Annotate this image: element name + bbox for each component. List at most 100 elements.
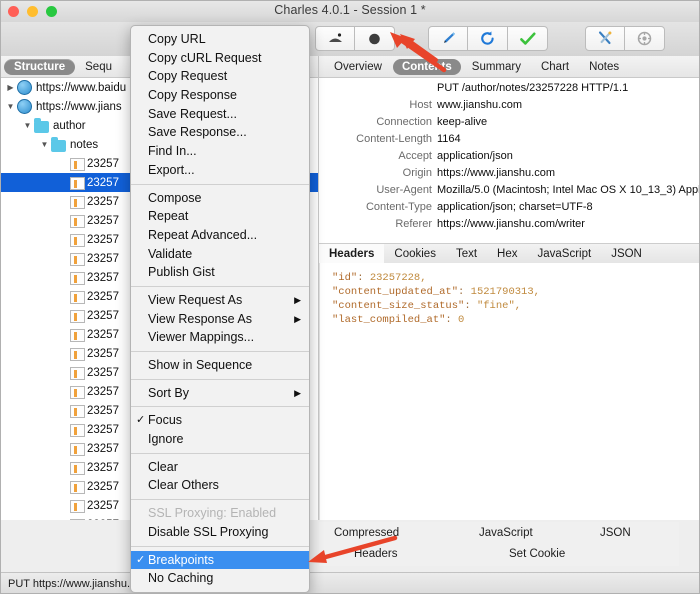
request-doc-icon	[70, 309, 85, 323]
menu-separator	[131, 285, 309, 287]
menu-item-compose[interactable]: Compose	[131, 189, 309, 208]
menu-item-label: Export...	[148, 162, 195, 177]
tab-overview[interactable]: Overview	[325, 59, 391, 75]
chevron-right-icon: ▶	[294, 387, 301, 398]
menu-item-save-request[interactable]: Save Request...	[131, 105, 309, 124]
bottom-tab-headers[interactable]: Headers	[354, 548, 397, 560]
menu-item-label: Focus	[148, 413, 183, 428]
menu-item-viewer-mappings[interactable]: Viewer Mappings...	[131, 328, 309, 347]
tree-row-label: 23257	[87, 290, 119, 303]
header-row: User-Agent Mozilla/5.0 (Macintosh; Intel …	[319, 182, 700, 199]
subtab-cookies[interactable]: Cookies	[384, 248, 446, 260]
toolbar-group-record	[315, 26, 395, 51]
tab-summary[interactable]: Summary	[463, 59, 530, 75]
status-bar-text: PUT https://www.jianshu.	[8, 577, 131, 590]
tree-row-label: 23257	[87, 423, 119, 436]
header-key: Referer	[395, 218, 432, 230]
chevron-down-icon[interactable]: ▼	[4, 102, 17, 111]
menu-item-disable-ssl-proxying[interactable]: Disable SSL Proxying	[131, 523, 309, 542]
tree-row-label: 23257	[87, 233, 119, 246]
chevron-right-icon: ▶	[294, 294, 301, 305]
tree-row-label: 23257	[87, 461, 119, 474]
subtab-text[interactable]: Text	[446, 248, 487, 260]
tab-structure[interactable]: Structure	[4, 58, 76, 75]
menu-item-find-in[interactable]: Find In...	[131, 142, 309, 161]
menu-item-no-caching[interactable]: No Caching	[131, 569, 309, 588]
request-doc-icon	[70, 252, 85, 266]
throttle-button[interactable]	[315, 26, 355, 51]
menu-item-label: Copy cURL Request	[148, 50, 262, 65]
menu-item-clear[interactable]: Clear	[131, 458, 309, 477]
menu-item-save-response[interactable]: Save Response...	[131, 123, 309, 142]
chevron-right-icon[interactable]: ▶	[4, 83, 17, 92]
menu-item-publish-gist[interactable]: Publish Gist	[131, 263, 309, 282]
tree-row-label: 23257	[87, 214, 119, 227]
tree-row-label: 23257	[87, 195, 119, 208]
header-key: Origin	[402, 167, 432, 179]
menu-separator	[131, 183, 309, 185]
menu-item-label: Clear	[148, 459, 178, 474]
json-body-view[interactable]: "id": 23257228, "content_updated_at": 152…	[319, 263, 700, 553]
json-key: "content_updated_at"	[332, 286, 459, 298]
settings-button[interactable]	[625, 26, 665, 51]
main-content-split: Structure Sequ ▶ https://www.baidu ▼ https:…	[0, 56, 700, 572]
header-key: Connection	[376, 116, 432, 128]
menu-item-label: Repeat	[148, 209, 189, 224]
menu-item-label: SSL Proxying: Enabled	[148, 506, 277, 521]
header-row: Referer https://www.jianshu.com/writer	[319, 216, 700, 233]
request-line: PUT /author/notes/23257228 HTTP/1.1	[437, 82, 629, 94]
chevron-down-icon[interactable]: ▼	[38, 140, 51, 149]
chevron-down-icon[interactable]: ▼	[21, 121, 34, 130]
header-value: application/json	[437, 150, 513, 162]
tree-row-label: author	[53, 119, 86, 132]
menu-item-export[interactable]: Export...	[131, 161, 309, 180]
subtab-headers[interactable]: Headers	[319, 244, 385, 264]
tab-chart[interactable]: Chart	[532, 59, 578, 75]
menu-item-label: Publish Gist	[148, 265, 215, 280]
menu-item-ignore[interactable]: Ignore	[131, 430, 309, 449]
request-doc-icon	[70, 271, 85, 285]
menu-item-breakpoints[interactable]: ✓ Breakpoints	[131, 550, 309, 570]
status-bar: PUT https://www.jianshu.	[0, 572, 700, 594]
request-doc-icon	[70, 176, 85, 190]
menu-item-repeat[interactable]: Repeat	[131, 207, 309, 226]
json-line: "last_compiled_at": 0	[332, 313, 700, 327]
tree-row-label: 23257	[87, 309, 119, 322]
breakpoint-pen-button[interactable]	[428, 26, 468, 51]
request-doc-icon	[70, 442, 85, 456]
bottom-tab-json[interactable]: JSON	[600, 527, 631, 539]
record-button[interactable]	[355, 26, 395, 51]
bottom-area: Compressed JavaScript JSON Headers Set C…	[0, 520, 700, 594]
right-pane-tabs: Overview Contents Summary Chart Notes	[319, 56, 700, 78]
subtab-json[interactable]: JSON	[601, 248, 652, 260]
menu-item-validate[interactable]: Validate	[131, 245, 309, 264]
request-headers-view: PUT /author/notes/23257228 HTTP/1.1 Host…	[319, 78, 700, 243]
menu-item-show-in-sequence[interactable]: Show in Sequence	[131, 356, 309, 375]
menu-item-copy-request[interactable]: Copy Request	[131, 67, 309, 86]
menu-item-focus[interactable]: ✓ Focus	[131, 411, 309, 430]
menu-item-copy-response[interactable]: Copy Response	[131, 86, 309, 105]
tab-notes[interactable]: Notes	[580, 59, 628, 75]
validate-button[interactable]	[508, 26, 548, 51]
tab-contents[interactable]: Contents	[392, 58, 461, 75]
menu-item-copy-url[interactable]: Copy URL	[131, 30, 309, 49]
bottom-tab-javascript[interactable]: JavaScript	[479, 527, 533, 539]
repeat-button[interactable]	[468, 26, 508, 51]
header-value: https://www.jianshu.com/writer	[437, 218, 585, 230]
request-doc-icon	[70, 328, 85, 342]
context-menu[interactable]: Copy URL Copy cURL Request Copy Request Cop…	[130, 25, 310, 593]
subtab-javascript[interactable]: JavaScript	[528, 248, 602, 260]
tab-sequence[interactable]: Sequ	[75, 59, 122, 75]
menu-item-label: No Caching	[148, 571, 214, 586]
bottom-tab-compressed[interactable]: Compressed	[334, 527, 399, 539]
menu-item-view-response-as[interactable]: View Response As ▶	[131, 310, 309, 329]
menu-item-copy-curl-request[interactable]: Copy cURL Request	[131, 49, 309, 68]
bottom-tab-set-cookie[interactable]: Set Cookie	[509, 548, 565, 560]
menu-item-clear-others[interactable]: Clear Others	[131, 476, 309, 495]
menu-item-view-request-as[interactable]: View Request As ▶	[131, 291, 309, 310]
request-doc-icon	[70, 499, 85, 513]
menu-item-repeat-advanced[interactable]: Repeat Advanced...	[131, 226, 309, 245]
tools-button[interactable]	[585, 26, 625, 51]
subtab-hex[interactable]: Hex	[487, 248, 527, 260]
menu-item-sort-by[interactable]: Sort By ▶	[131, 384, 309, 403]
